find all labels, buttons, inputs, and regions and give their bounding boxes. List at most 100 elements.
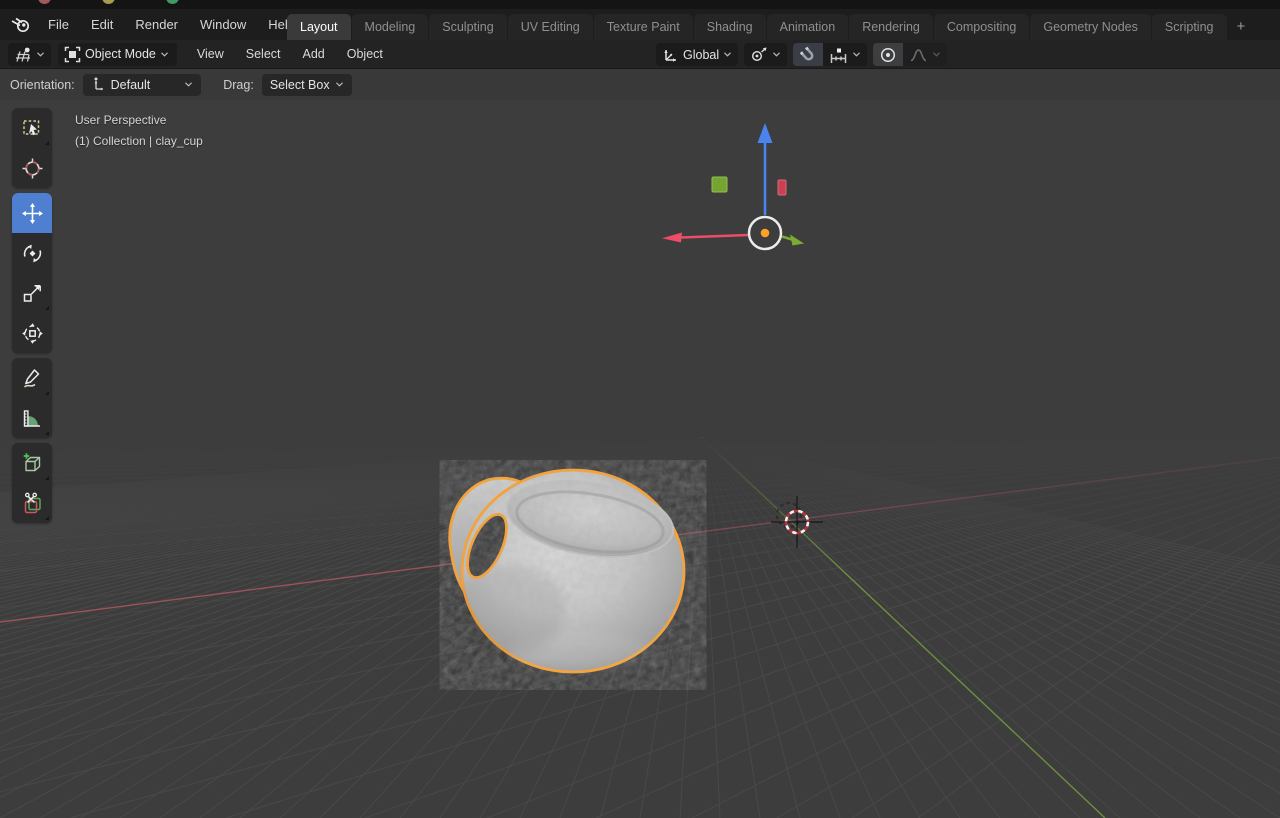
minimize-window-button[interactable] (102, 0, 115, 4)
tab-scripting[interactable]: Scripting (1151, 14, 1227, 40)
tab-geometry-nodes[interactable]: Geometry Nodes (1030, 14, 1151, 40)
tab-layout[interactable]: Layout (287, 14, 351, 40)
tool-settings-bar: Orientation: Default Drag: Select Box (0, 69, 1280, 100)
scale-tool-icon (23, 284, 41, 302)
viewport-header-controls: Global (656, 43, 948, 66)
blender-logo-icon[interactable] (11, 17, 31, 33)
drag-label: Drag: (223, 77, 254, 92)
move-tool-icon (21, 202, 43, 224)
chevron-down-icon (933, 52, 941, 57)
object-mode-dropdown[interactable]: Object Mode (58, 42, 177, 66)
gizmo-x-arrowhead[interactable] (662, 232, 682, 243)
transform-orientation-icon (664, 50, 676, 62)
menu-window[interactable]: Window (189, 14, 257, 35)
blender-window: File Edit Render Window Help Layout Mode… (0, 0, 1280, 818)
viewport-header: Object Mode View Select Add Object Globa… (0, 40, 1280, 69)
tab-texture-paint[interactable]: Texture Paint (593, 14, 693, 40)
gizmo-z-arrowhead[interactable] (757, 123, 773, 143)
rotate-tool[interactable] (12, 233, 52, 273)
pivot-point-icon (752, 47, 767, 62)
topbar: File Edit Render Window Help Layout Mode… (0, 9, 1280, 40)
chevron-down-icon (185, 82, 193, 87)
gizmo-y-arrowhead[interactable] (790, 234, 804, 246)
menu-object[interactable]: Object (336, 43, 394, 65)
zoom-window-button[interactable] (166, 0, 179, 4)
cut-tool[interactable] (12, 483, 52, 523)
move-tool[interactable] (12, 193, 52, 233)
tab-uv-editing[interactable]: UV Editing (507, 14, 593, 40)
menu-view[interactable]: View (186, 43, 235, 65)
cut-tool-icon (24, 492, 41, 513)
selected-object-clay-cup[interactable] (430, 460, 730, 690)
menu-render[interactable]: Render (124, 14, 189, 35)
cursor-tool-icon (22, 158, 42, 178)
snap-toggle-button[interactable] (793, 43, 824, 66)
orientation-value: Default (110, 77, 151, 92)
select-box-tool-icon (22, 119, 39, 135)
editor-type-icon (16, 47, 30, 62)
tab-sculpting[interactable]: Sculpting (429, 14, 507, 40)
falloff-curve-icon (910, 48, 927, 61)
pivot-point-dropdown[interactable] (744, 43, 788, 66)
titlebar (0, 0, 1280, 9)
gizmo-plane-handle-red[interactable] (777, 179, 787, 196)
chevron-down-icon (853, 52, 861, 57)
viewport-grid (0, 437, 1280, 818)
transform-orientation-label: Global (683, 47, 720, 62)
menu-file[interactable]: File (37, 14, 80, 35)
tab-shading[interactable]: Shading (693, 14, 766, 40)
menubar: File Edit Render Window Help (37, 14, 306, 35)
gizmo-x-axis[interactable] (680, 233, 749, 239)
chevron-down-icon (724, 52, 732, 57)
drag-mode-dropdown[interactable]: Select Box (261, 73, 352, 96)
proportional-editing-toggle[interactable] (873, 43, 904, 66)
transform-orientation-dropdown[interactable]: Global (656, 43, 739, 66)
viewport-3d[interactable]: User Perspective (1) Collection | clay_c… (0, 100, 1280, 818)
annotate-tool-icon (23, 368, 39, 388)
object-mode-icon (64, 46, 81, 62)
tab-rendering[interactable]: Rendering (849, 14, 933, 40)
tab-compositing[interactable]: Compositing (933, 14, 1030, 40)
gizmo-plane-handle-green[interactable] (711, 176, 728, 193)
tab-animation[interactable]: Animation (766, 14, 849, 40)
snap-increment-icon (830, 48, 847, 63)
snap-settings-dropdown[interactable] (823, 43, 868, 66)
proportional-editing-icon (881, 47, 896, 62)
3d-cursor (771, 496, 823, 548)
orientation-label: Orientation: (10, 77, 75, 92)
menu-add[interactable]: Add (292, 43, 336, 65)
gizmo-center-dot (760, 228, 770, 238)
add-cube-tool-icon (23, 452, 40, 471)
tool-column (12, 108, 52, 528)
close-window-button[interactable] (38, 0, 51, 4)
scale-tool[interactable] (12, 273, 52, 313)
snap-magnet-icon (799, 46, 814, 61)
chevron-down-icon (37, 51, 44, 57)
workspace-tabs: Layout Modeling Sculpting UV Editing Tex… (287, 14, 1255, 40)
transform-tool-icon (21, 322, 43, 344)
orientation-dropdown[interactable]: Default (82, 73, 202, 96)
measure-tool-icon (23, 409, 40, 427)
cursor-tool[interactable] (12, 148, 52, 188)
proportional-falloff-dropdown[interactable] (903, 43, 948, 66)
snapping-controls (793, 43, 868, 66)
menu-select[interactable]: Select (235, 43, 292, 65)
chevron-down-icon (773, 52, 781, 57)
select-box-tool[interactable] (12, 108, 52, 148)
gizmo-center-ring[interactable] (747, 215, 783, 251)
menu-edit[interactable]: Edit (80, 14, 124, 35)
transform-tool[interactable] (12, 313, 52, 353)
add-workspace-button[interactable]: + (1228, 14, 1255, 40)
tab-modeling[interactable]: Modeling (351, 14, 429, 40)
annotate-tool[interactable] (12, 358, 52, 398)
editor-type-button[interactable] (8, 42, 51, 66)
view-name-label: User Perspective (75, 113, 167, 127)
move-gizmo[interactable] (645, 110, 865, 290)
drag-value: Select Box (269, 77, 330, 92)
add-cube-tool[interactable] (12, 443, 52, 483)
active-object-label: (1) Collection | clay_cup (75, 134, 203, 148)
measure-tool[interactable] (12, 398, 52, 438)
proportional-editing-controls (873, 43, 948, 66)
chevron-down-icon (160, 51, 168, 57)
gizmo-y-axis[interactable] (781, 235, 793, 241)
